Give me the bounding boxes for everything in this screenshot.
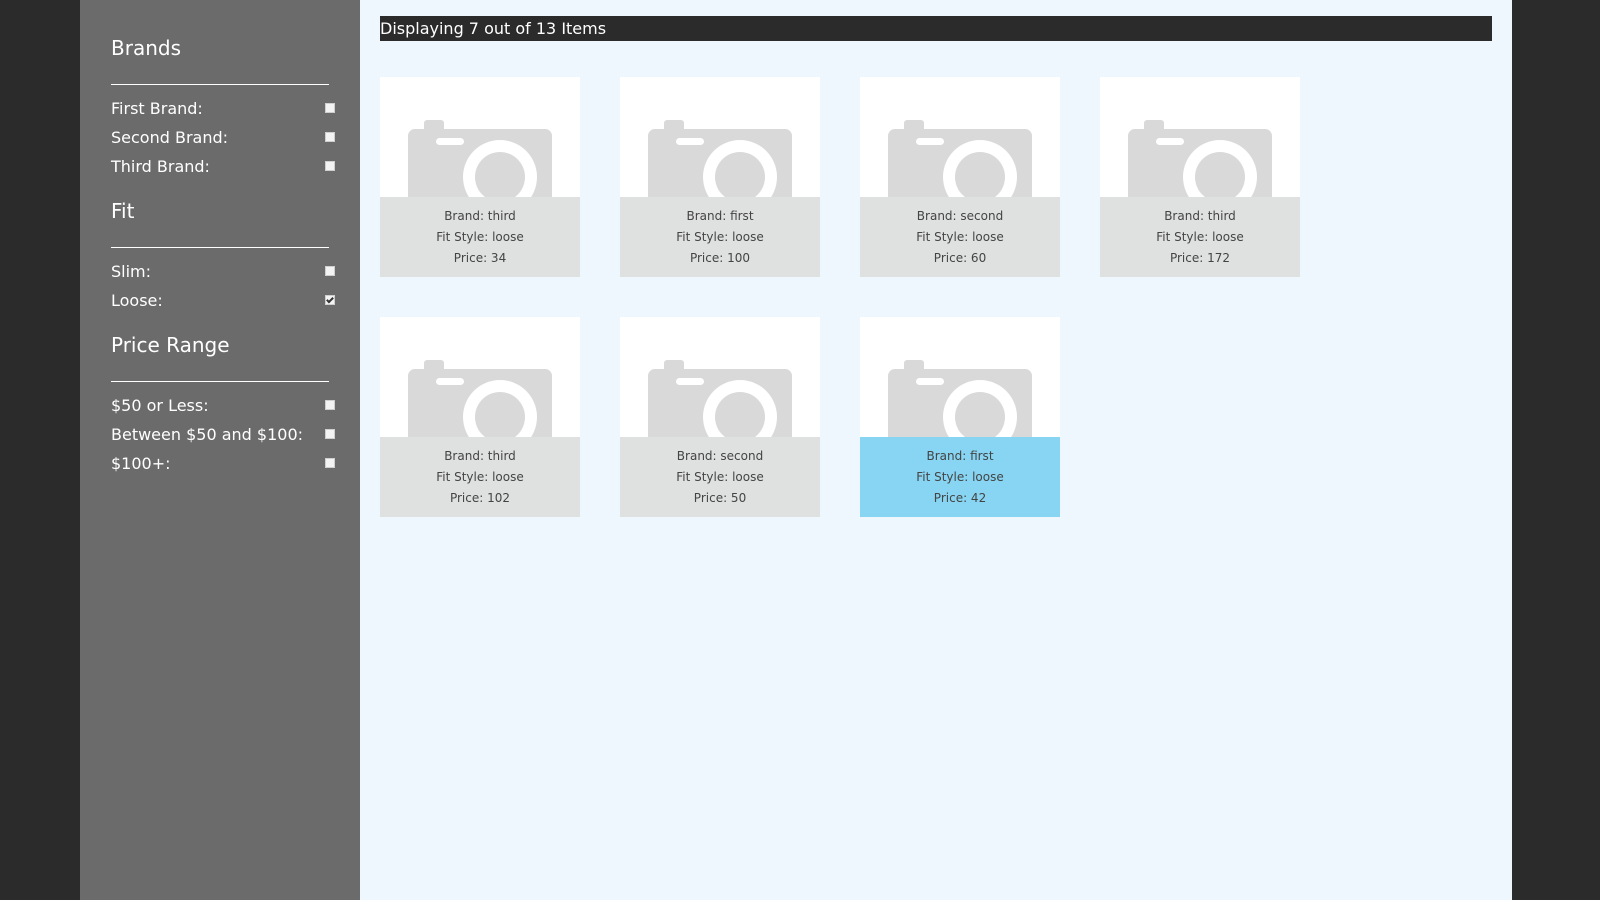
checkbox-icon[interactable] (325, 161, 335, 171)
filter-option-first-brand[interactable]: First Brand: (111, 98, 335, 127)
checkbox-icon[interactable] (325, 429, 335, 439)
product-card[interactable]: Brand: first Fit Style: loose Price: 100 (620, 77, 820, 277)
filter-group-title: Brands (111, 36, 181, 60)
product-price: Price: 42 (933, 491, 987, 505)
product-price: Price: 50 (693, 491, 747, 505)
product-info: Brand: third Fit Style: loose Price: 172 (1100, 197, 1300, 277)
results-count-bar: Displaying 7 out of 13 Items (380, 16, 1492, 41)
filter-option-label: First Brand: (111, 99, 203, 118)
camera-placeholder-icon (888, 360, 1032, 437)
product-price: Price: 34 (453, 251, 507, 265)
filter-option-third-brand[interactable]: Third Brand: (111, 156, 335, 185)
product-info: Brand: second Fit Style: loose Price: 50 (620, 437, 820, 517)
product-fit: Fit Style: loose (676, 230, 764, 244)
filter-option-50-to-100[interactable]: Between $50 and $100: (111, 424, 335, 453)
filter-option-100-plus[interactable]: $100+: (111, 453, 335, 482)
filter-sidebar: Brands First Brand: Second Brand: Third … (80, 0, 360, 900)
camera-placeholder-icon (648, 120, 792, 197)
filter-option-label: Loose: (111, 291, 163, 310)
filter-group-title: Price Range (111, 333, 230, 357)
product-fit: Fit Style: loose (916, 470, 1004, 484)
camera-placeholder-icon (888, 120, 1032, 197)
divider (111, 247, 329, 248)
divider (111, 381, 329, 382)
checkbox-icon[interactable] (325, 295, 335, 305)
product-info: Brand: third Fit Style: loose Price: 102 (380, 437, 580, 517)
filter-option-second-brand[interactable]: Second Brand: (111, 127, 335, 156)
checkbox-icon[interactable] (325, 458, 335, 468)
divider (111, 84, 329, 85)
product-brand: Brand: third (1164, 209, 1236, 223)
product-price: Price: 102 (449, 491, 511, 505)
filter-option-50-or-less[interactable]: $50 or Less: (111, 395, 335, 424)
product-brand: Brand: third (444, 449, 516, 463)
filter-option-label: Between $50 and $100: (111, 425, 304, 444)
filter-option-label: Third Brand: (111, 157, 210, 176)
filter-option-label: $100+: (111, 454, 171, 473)
product-fit: Fit Style: loose (916, 230, 1004, 244)
product-info: Brand: first Fit Style: loose Price: 100 (620, 197, 820, 277)
product-info: Brand: first Fit Style: loose Price: 42 (860, 437, 1060, 517)
product-card[interactable]: Brand: second Fit Style: loose Price: 60 (860, 77, 1060, 277)
product-price: Price: 172 (1169, 251, 1231, 265)
product-card[interactable]: Brand: third Fit Style: loose Price: 34 (380, 77, 580, 277)
product-price: Price: 100 (689, 251, 751, 265)
product-listing: Displaying 7 out of 13 Items Brand: thir… (360, 0, 1512, 900)
filter-option-label: Second Brand: (111, 128, 229, 147)
camera-placeholder-icon (648, 360, 792, 437)
product-card[interactable]: Brand: third Fit Style: loose Price: 102 (380, 317, 580, 517)
filter-group-title: Fit (111, 199, 135, 223)
filter-group-brands: Brands First Brand: Second Brand: Third … (111, 34, 360, 185)
product-brand: Brand: first (686, 209, 754, 223)
filter-option-slim[interactable]: Slim: (111, 261, 335, 290)
product-card[interactable]: Brand: first Fit Style: loose Price: 42 (860, 317, 1060, 517)
filter-option-loose[interactable]: Loose: (111, 290, 335, 319)
product-brand: Brand: third (444, 209, 516, 223)
product-info: Brand: second Fit Style: loose Price: 60 (860, 197, 1060, 277)
product-card[interactable]: Brand: second Fit Style: loose Price: 50 (620, 317, 820, 517)
camera-placeholder-icon (1128, 120, 1272, 197)
product-fit: Fit Style: loose (436, 230, 524, 244)
product-brand: Brand: first (926, 449, 994, 463)
app-frame: Brands First Brand: Second Brand: Third … (80, 0, 1512, 900)
camera-placeholder-icon (408, 360, 552, 437)
product-fit: Fit Style: loose (676, 470, 764, 484)
filter-option-label: $50 or Less: (111, 396, 209, 415)
product-brand: Brand: second (916, 209, 1004, 223)
checkbox-icon[interactable] (325, 400, 335, 410)
product-price: Price: 60 (933, 251, 987, 265)
product-info: Brand: third Fit Style: loose Price: 34 (380, 197, 580, 277)
filter-group-price-range: Price Range $50 or Less: Between $50 and… (111, 331, 360, 482)
camera-placeholder-icon (408, 120, 552, 197)
product-brand: Brand: second (676, 449, 764, 463)
product-card[interactable]: Brand: third Fit Style: loose Price: 172 (1100, 77, 1300, 277)
filter-group-fit: Fit Slim: Loose: (111, 197, 360, 319)
checkbox-icon[interactable] (325, 132, 335, 142)
checkbox-icon[interactable] (325, 266, 335, 276)
filter-option-label: Slim: (111, 262, 152, 281)
product-fit: Fit Style: loose (436, 470, 524, 484)
product-fit: Fit Style: loose (1156, 230, 1244, 244)
checkbox-icon[interactable] (325, 103, 335, 113)
